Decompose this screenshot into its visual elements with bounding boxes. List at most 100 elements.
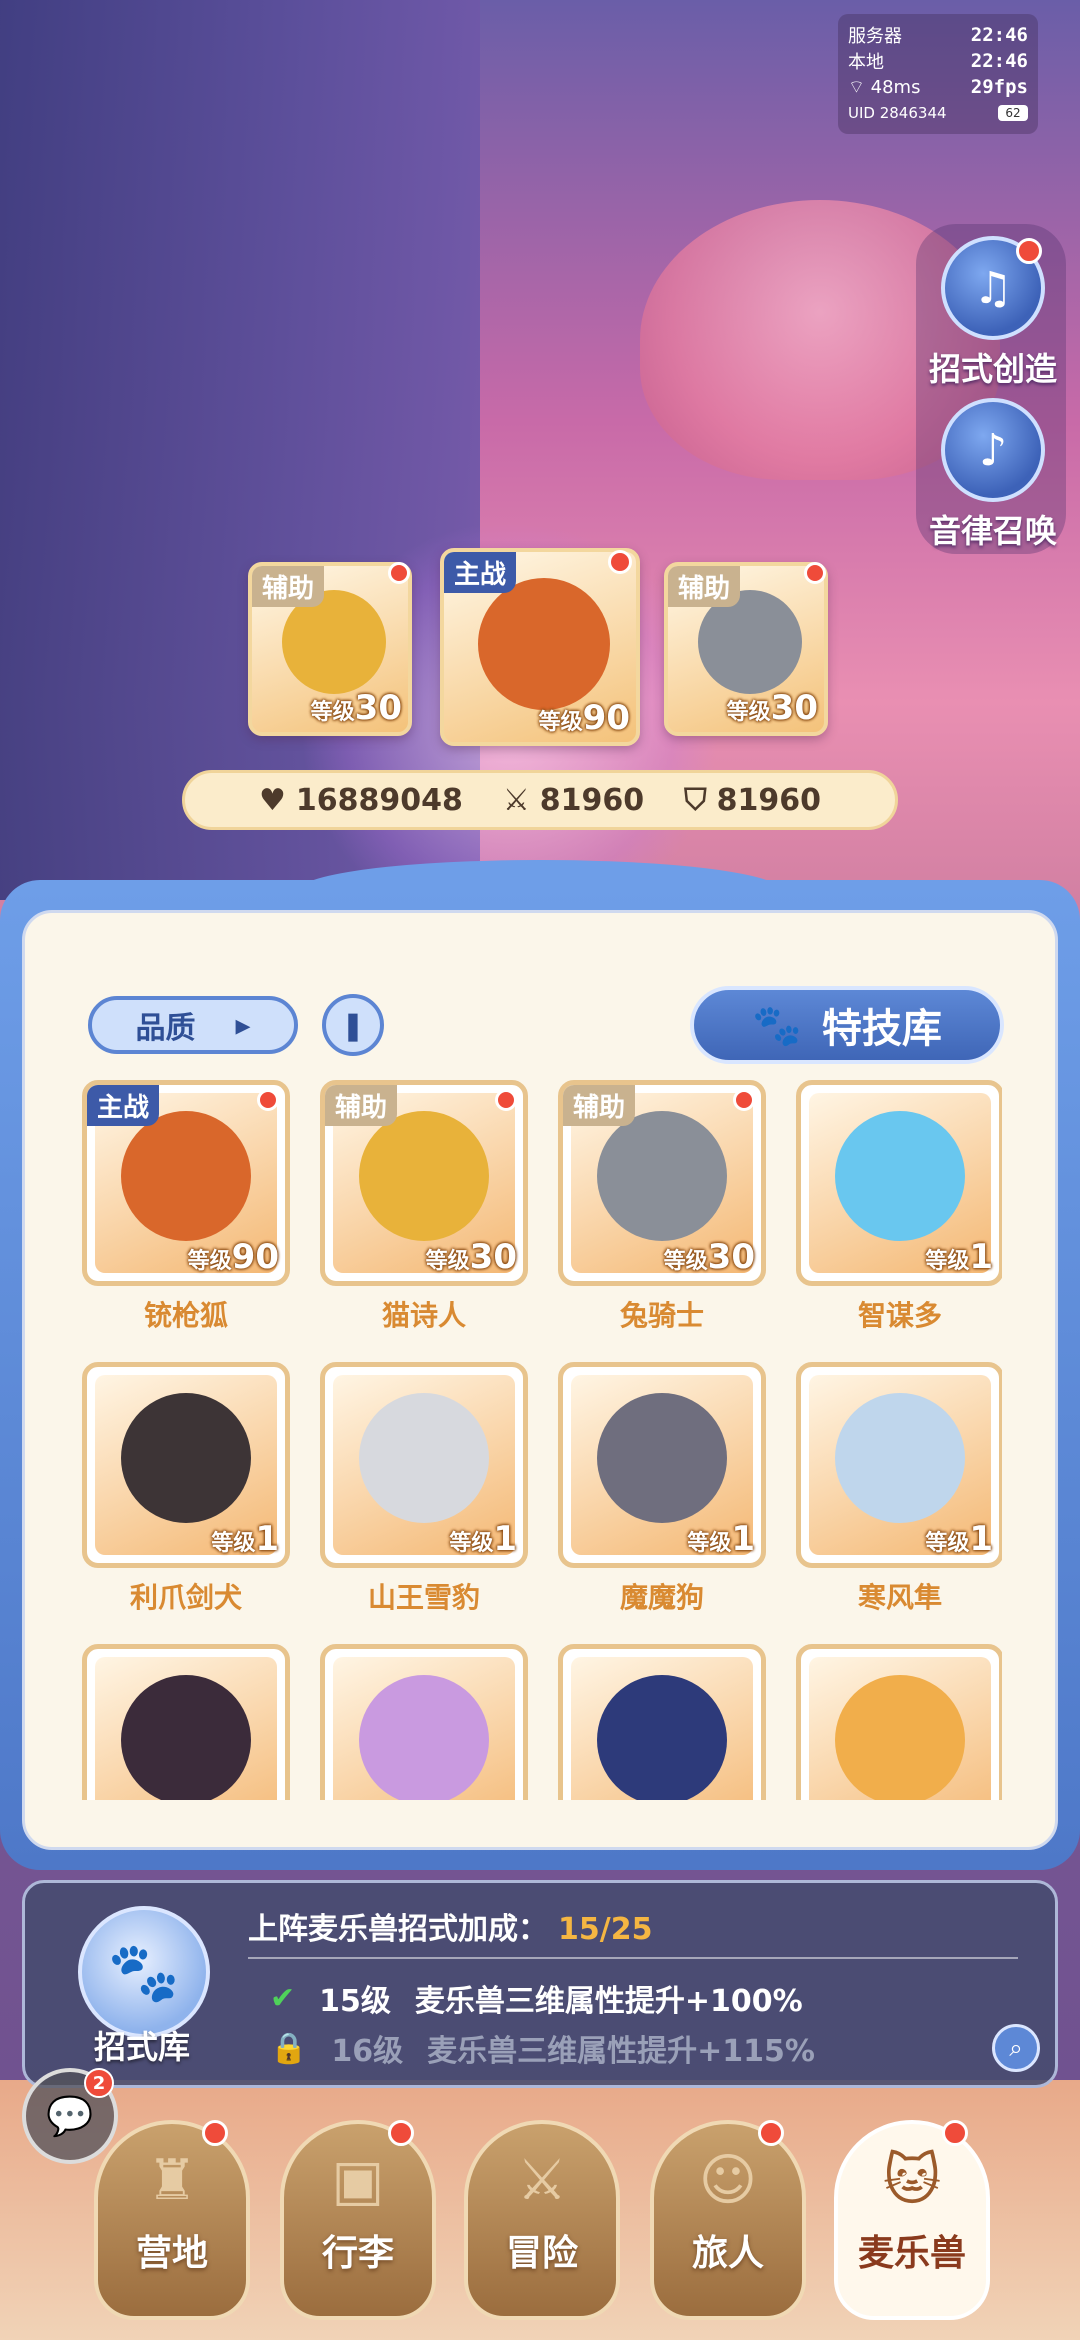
pet-card-frame: 等级1 (558, 1362, 766, 1568)
pet-grid: 主战 等级90 铳枪狐 辅助 等级30 猫诗人 辅助 等级30 兔骑士 等级1 智谋多 等级1 利爪剑犬… (82, 1080, 1002, 1800)
notification-dot (608, 550, 632, 574)
nav-luggage[interactable]: ▣ 行李 (280, 2120, 436, 2320)
pet-card[interactable] (82, 1644, 290, 1800)
level-label: 等级90 (538, 698, 630, 738)
level-label: 等级30 (663, 1237, 755, 1277)
notification-dot (1016, 238, 1042, 264)
pet-name: 寒风隼 (857, 1581, 942, 1614)
pet-card[interactable]: 辅助 等级30 猫诗人 (320, 1080, 528, 1334)
pet-portrait (359, 1111, 489, 1241)
pet-card[interactable]: 等级1 山王雪豹 (320, 1362, 528, 1616)
pet-portrait (121, 1675, 251, 1800)
defense-value: 81960 (716, 782, 822, 818)
handbook-button[interactable]: ❚ (322, 994, 384, 1056)
team-stats-bar: ♥ 16889048 ⚔ 81960 ⛉ 81960 (182, 770, 898, 830)
nav-label: 行李 (321, 2233, 394, 2274)
nav-traveler[interactable]: ☺ 旅人 (650, 2120, 806, 2320)
traveler-icon: ☺ (698, 2148, 758, 2213)
bonus-title: 上阵麦乐兽招式加成： 15/25 (248, 1912, 653, 1947)
book-icon: ❚ (341, 1008, 365, 1042)
pet-card[interactable]: 等级1 寒风隼 (796, 1362, 1002, 1616)
bonus-level: 16级 (331, 2034, 404, 2069)
notification-dot (388, 2120, 414, 2146)
notification-dot (942, 2120, 968, 2146)
divider (248, 1957, 1018, 1959)
pet-card[interactable]: 等级1 智谋多 (796, 1080, 1002, 1334)
team-slot-support-1[interactable]: 辅助 等级30 (248, 562, 412, 736)
pet-card[interactable]: 等级1 利爪剑犬 (82, 1362, 290, 1616)
battery-icon: 62 (998, 105, 1028, 121)
pet-name: 铳枪狐 (143, 1299, 228, 1332)
skill-create-button[interactable]: ♫ 招式创造 (918, 236, 1068, 390)
local-label: 本地 (848, 52, 884, 73)
nav-camp[interactable]: ♜ 营地 (94, 2120, 250, 2320)
melody-summon-label: 音律召唤 (928, 512, 1057, 550)
level-label: 等级1 (687, 1519, 755, 1559)
pet-card[interactable]: 等级1 魔魔狗 (558, 1362, 766, 1616)
nav-label: 冒险 (505, 2233, 578, 2274)
pet-portrait (359, 1393, 489, 1523)
pet-portrait (597, 1393, 727, 1523)
pet-card-frame: 等级1 (796, 1080, 1002, 1286)
nav-label: 麦乐兽 (857, 2233, 966, 2274)
pet-portrait (121, 1393, 251, 1523)
notification-dot (257, 1089, 279, 1111)
quality-label: 品质 (135, 1011, 196, 1046)
paw-icon: 🐾 (107, 1937, 181, 2006)
level-label: 等级1 (925, 1237, 993, 1277)
level-label: 等级1 (449, 1519, 517, 1559)
pet-card-frame: 辅助等级30 (320, 1080, 528, 1286)
fps-value: 29fps (970, 76, 1028, 98)
local-time: 22:46 (970, 50, 1028, 72)
pet-card-frame: 辅助 等级30 (558, 1080, 766, 1286)
pet-card-frame: 主战 等级90 (82, 1080, 290, 1286)
heart-icon: ♥ (258, 782, 286, 818)
quality-filter-button[interactable]: 品质 ▸ (88, 996, 298, 1054)
bonus-row-unlocked: ✔ 15级 麦乐兽三维属性提升+100% (270, 1976, 803, 2020)
notification-dot (202, 2120, 228, 2146)
zoom-icon[interactable]: ⌕ (992, 2024, 1040, 2072)
notification-dot (495, 1089, 517, 1111)
notification-dot (388, 562, 410, 584)
ping-value: 48ms (870, 76, 921, 98)
nav-adventure[interactable]: ⚔ 冒险 (464, 2120, 620, 2320)
pet-portrait (835, 1111, 965, 1241)
pet-name: 魔魔狗 (619, 1581, 704, 1614)
team-slot-main[interactable]: 主战 等级90 (440, 548, 640, 746)
pet-card-frame (558, 1644, 766, 1800)
team-slot-support-2[interactable]: 辅助 等级30 (664, 562, 828, 736)
check-icon: ✔ (270, 1980, 296, 2016)
level-label: 等级30 (425, 1237, 517, 1277)
server-label: 服务器 (848, 26, 902, 47)
server-time: 22:46 (970, 24, 1028, 46)
role-tag: 辅助 (325, 1085, 398, 1126)
skill-library-button[interactable]: 🐾 特技库 (690, 986, 1004, 1064)
level-label: 等级1 (211, 1519, 279, 1559)
nav-pets[interactable]: 🐱 麦乐兽 (834, 2120, 990, 2320)
wifi-icon: ⌔ (848, 76, 865, 98)
pet-card[interactable] (558, 1644, 766, 1800)
hp-value: 16889048 (295, 782, 463, 818)
bonus-level: 15级 (319, 1984, 391, 2019)
crossed-swords-icon: ⚔ (516, 2148, 568, 2213)
skill-library-shortcut-label: 招式库 (94, 2028, 191, 2066)
pet-name: 利爪剑犬 (129, 1581, 242, 1614)
paw-icon: 🐾 (752, 1002, 802, 1049)
nav-label: 旅人 (691, 2233, 764, 2274)
melody-summon-button[interactable]: ♪ 音律召唤 (918, 398, 1068, 552)
chat-badge: 2 (84, 2068, 114, 2098)
pet-portrait (597, 1675, 727, 1800)
role-tag: 辅助 (252, 566, 325, 607)
bonus-text: 麦乐兽三维属性提升+115% (427, 2034, 815, 2069)
pet-card[interactable] (796, 1644, 1002, 1800)
notification-dot (758, 2120, 784, 2146)
pet-card[interactable]: 主战 等级90 铳枪狐 (82, 1080, 290, 1334)
crossed-swords-icon: ⚔ (502, 782, 530, 818)
lock-icon: 🔒 (270, 2030, 308, 2066)
pet-card[interactable] (320, 1644, 528, 1800)
pet-name: 智谋多 (857, 1299, 942, 1332)
level-label: 等级1 (925, 1519, 993, 1559)
pet-card[interactable]: 辅助 等级30 兔骑士 (558, 1080, 766, 1334)
network-status-overlay: 服务器 22:46 本地 22:46 ⌔ 48ms 29fps UID 2846344… (838, 14, 1038, 134)
skill-library-shortcut[interactable]: 🐾 (78, 1906, 210, 2038)
